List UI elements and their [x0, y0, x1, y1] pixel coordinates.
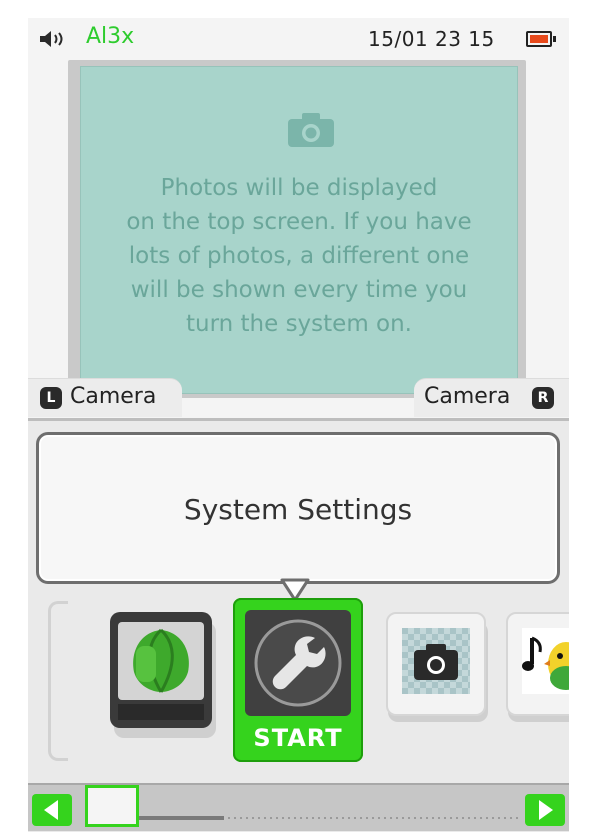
leaf-icon	[118, 622, 204, 700]
photo-placeholder: Photos will be displayed on the top scre…	[80, 66, 518, 394]
camera-icon	[402, 628, 470, 694]
app-tile-camera[interactable]	[386, 612, 486, 716]
wrench-icon	[245, 610, 351, 716]
network-name: Al3x	[86, 24, 135, 49]
app-title-box: System Settings	[36, 432, 560, 584]
scroll-left-button[interactable]	[32, 794, 72, 826]
cartridge-slot	[118, 704, 204, 720]
status-bar: Al3x 15/01 23 15	[28, 18, 569, 60]
photo-panel: Photos will be displayed on the top scre…	[68, 60, 526, 398]
scroll-right-button[interactable]	[525, 794, 565, 826]
start-label: START	[253, 724, 343, 752]
speaker-icon	[38, 30, 72, 52]
scroll-thumb[interactable]	[85, 785, 139, 827]
screen-frame: Al3x 15/01 23 15 Photos will be displaye…	[28, 18, 569, 832]
camera-icon	[286, 111, 336, 153]
music-note-icon	[522, 628, 569, 694]
arrow-left-icon	[44, 800, 58, 820]
app-title: System Settings	[183, 493, 413, 526]
app-tile-animal-crossing[interactable]	[110, 612, 212, 728]
battery-icon	[526, 31, 556, 47]
photo-message: Photos will be displayed on the top scre…	[126, 175, 472, 337]
datetime: 15/01 23 15	[368, 27, 495, 51]
scroll-position-dots	[118, 806, 518, 821]
left-camera-tab[interactable]: L Camera	[28, 378, 182, 417]
right-camera-tab[interactable]: Camera R	[414, 378, 569, 417]
r-button-icon: R	[532, 387, 554, 409]
left-camera-label: Camera	[70, 384, 157, 409]
app-tile-system-settings[interactable]: START	[233, 598, 363, 762]
arrow-right-icon	[539, 800, 553, 820]
l-button-icon: L	[40, 387, 62, 409]
row-start-bracket	[48, 601, 68, 761]
app-tile-sound[interactable]	[506, 612, 569, 716]
right-camera-label: Camera	[424, 384, 511, 409]
screen-divider	[28, 418, 569, 421]
